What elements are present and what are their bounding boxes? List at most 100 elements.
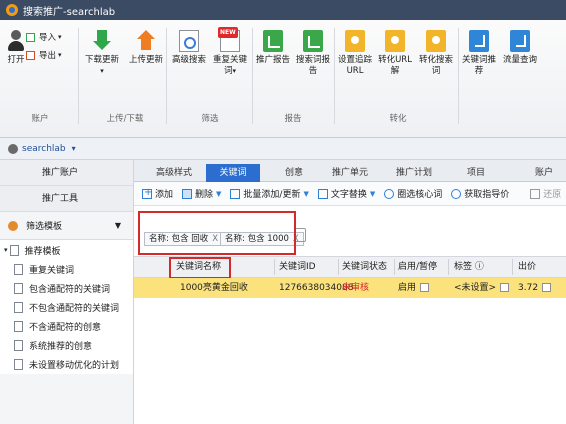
upload-icon — [136, 30, 156, 52]
traffic-icon — [510, 30, 530, 52]
group-label-report: 报告 — [284, 114, 302, 124]
tab-account[interactable]: 账户 — [524, 164, 564, 182]
page-icon — [14, 264, 23, 275]
traffic-query-button[interactable]: 流量查询 — [500, 30, 540, 66]
edit-icon[interactable] — [542, 283, 552, 292]
template-item[interactable]: 不含通配符的创意 — [0, 317, 133, 336]
action-toolbar: 添加 删除▼ 批量添加/更新▼ 文字替换▼ 圈选核心词 获取指导价 还原 — [134, 182, 566, 206]
batch-add-update-button[interactable]: 批量添加/更新 ▼ — [230, 187, 309, 200]
page-icon — [14, 321, 23, 332]
advanced-search-button[interactable]: 高级搜索 — [170, 30, 208, 66]
open-button[interactable]: 打开 — [6, 30, 26, 66]
page-icon — [14, 359, 23, 370]
page-icon — [14, 283, 23, 294]
cell-keyword-status: 未审核 — [342, 283, 370, 293]
text-replace-button[interactable]: 文字替换 ▼ — [317, 187, 376, 200]
restore-icon — [530, 188, 541, 199]
tab-project[interactable]: 项目 — [456, 164, 496, 182]
recommend-icon — [469, 30, 489, 52]
cell-tag[interactable]: <未设置> — [454, 278, 510, 298]
cell-enabled[interactable]: 启用 — [398, 278, 430, 298]
recommend-template-node[interactable]: ▾ 推荐模板 — [0, 240, 133, 260]
group-label-conversion: 转化 — [389, 114, 407, 124]
target-icon — [384, 188, 395, 199]
template-item[interactable]: 包含通配符的关键词 — [0, 279, 133, 298]
set-tracking-url-button[interactable]: 设置追踪URL — [338, 30, 372, 77]
window-title: 搜索推广-searchlab — [23, 6, 116, 18]
app-logo-icon — [6, 4, 18, 16]
get-guide-price-button[interactable]: 获取指导价 — [451, 187, 509, 200]
column-header-keyword-id[interactable]: 关键词ID — [279, 257, 316, 277]
page-icon — [14, 302, 23, 313]
edit-icon[interactable] — [420, 283, 430, 292]
tab-creative[interactable]: 创意 — [274, 164, 314, 182]
edit-icon[interactable] — [500, 283, 510, 292]
add-icon — [142, 187, 152, 199]
keyword-recommend-button[interactable]: 关键词推荐 — [462, 30, 496, 77]
template-item[interactable]: 重复关键词 — [0, 260, 133, 279]
search-word-report-button[interactable]: 搜索词报告 — [296, 30, 330, 77]
column-divider — [394, 259, 395, 275]
new-badge-icon — [218, 27, 240, 52]
chart-icon — [263, 30, 283, 52]
upload-update-button[interactable]: 上传更新 — [126, 30, 166, 66]
download-update-button[interactable]: 下载更新 ▾ — [82, 30, 122, 77]
trash-icon — [182, 188, 193, 199]
replace-icon — [317, 188, 328, 199]
table-row[interactable]: 1000亮黄金回收 1276638034088 未审核 启用 <未设置> 3.7… — [134, 278, 566, 298]
tab-promo-plan[interactable]: 推广计划 — [390, 164, 438, 182]
ribbon-divider — [166, 28, 167, 124]
folder-icon — [9, 244, 19, 256]
cell-keyword-name: 1000亮黄金回收 — [180, 283, 248, 293]
gear-icon — [345, 30, 365, 52]
ribbon-divider — [252, 28, 253, 124]
filter-bar: 名称: 包含 回收 X 名称: 包含 1000 X — [134, 206, 566, 256]
user-icon — [6, 30, 26, 52]
column-divider — [274, 259, 275, 275]
group-label-filter: 筛选 — [201, 114, 219, 124]
export-button[interactable]: 导出 ▾ — [26, 48, 62, 62]
sidebar-item-promo-tools[interactable]: 推广工具 — [0, 186, 133, 212]
column-header-tag[interactable]: 标签 ⓘ — [454, 257, 484, 277]
conversion-url-button[interactable]: 转化URL解 — [378, 30, 412, 77]
import-button[interactable]: 导入 ▾ — [26, 30, 62, 44]
report-icon — [303, 30, 323, 52]
import-icon — [26, 32, 35, 42]
search-doc-icon — [179, 30, 199, 52]
sidebar-item-promo-account[interactable]: 推广账户 — [0, 160, 133, 186]
ribbon-toolbar: 打开 导入▾ 导出▾ 账户 下载更新▾ 上传更新 上传/下载 高级搜索 重复关键… — [0, 20, 566, 138]
group-label-account: 账户 — [31, 114, 49, 124]
template-item[interactable]: 系统推荐的创意 — [0, 336, 133, 355]
tab-advanced-style[interactable]: 高级样式 — [152, 164, 196, 182]
doc-search-icon — [426, 30, 446, 52]
chevron-down-icon: ▼ — [369, 189, 376, 198]
account-icon — [8, 143, 18, 154]
template-item[interactable]: 不包含通配符的关键词 — [0, 298, 133, 317]
column-header-enabled[interactable]: 启用/暂停 — [398, 257, 437, 277]
cell-bid[interactable]: 3.72 — [518, 278, 552, 298]
promo-report-button[interactable]: 推广报告 — [256, 30, 290, 66]
chevron-down-icon: ▼ — [303, 189, 309, 198]
filter-template-dropdown[interactable]: 筛选模板 ▼ — [0, 212, 133, 240]
restore-button[interactable]: 还原 — [530, 187, 561, 200]
ribbon-divider — [458, 28, 459, 124]
column-header-keyword-status[interactable]: 关键词状态 — [342, 257, 387, 277]
sidebar: 推广账户 推广工具 筛选模板 ▼ ▾ 推荐模板 重复关键词 包含通配符的关键词 … — [0, 160, 134, 424]
add-button[interactable]: 添加 — [142, 187, 173, 200]
account-selector[interactable]: searchlab ▾ — [0, 138, 566, 160]
column-divider — [448, 259, 449, 275]
column-divider — [512, 259, 513, 275]
chevron-down-icon: ▾ — [71, 144, 76, 153]
tab-promo-unit[interactable]: 推广单元 — [326, 164, 374, 182]
template-item[interactable]: 未设置移动优化的计划 — [0, 355, 133, 374]
core-words-button[interactable]: 圈选核心词 — [384, 187, 442, 200]
delete-button[interactable]: 删除 ▼ — [182, 187, 221, 200]
column-header-bid[interactable]: 出价 — [518, 257, 536, 277]
ribbon-divider — [78, 28, 79, 124]
duplicate-keyword-button[interactable]: 重复关键词▾ — [212, 27, 248, 77]
table-body-empty — [134, 298, 566, 424]
collapse-arrow-icon: ▾ — [4, 246, 8, 254]
tab-keywords[interactable]: 关键词 — [206, 164, 260, 182]
account-name: searchlab — [22, 143, 66, 154]
conversion-search-button[interactable]: 转化搜索词 — [418, 30, 454, 77]
